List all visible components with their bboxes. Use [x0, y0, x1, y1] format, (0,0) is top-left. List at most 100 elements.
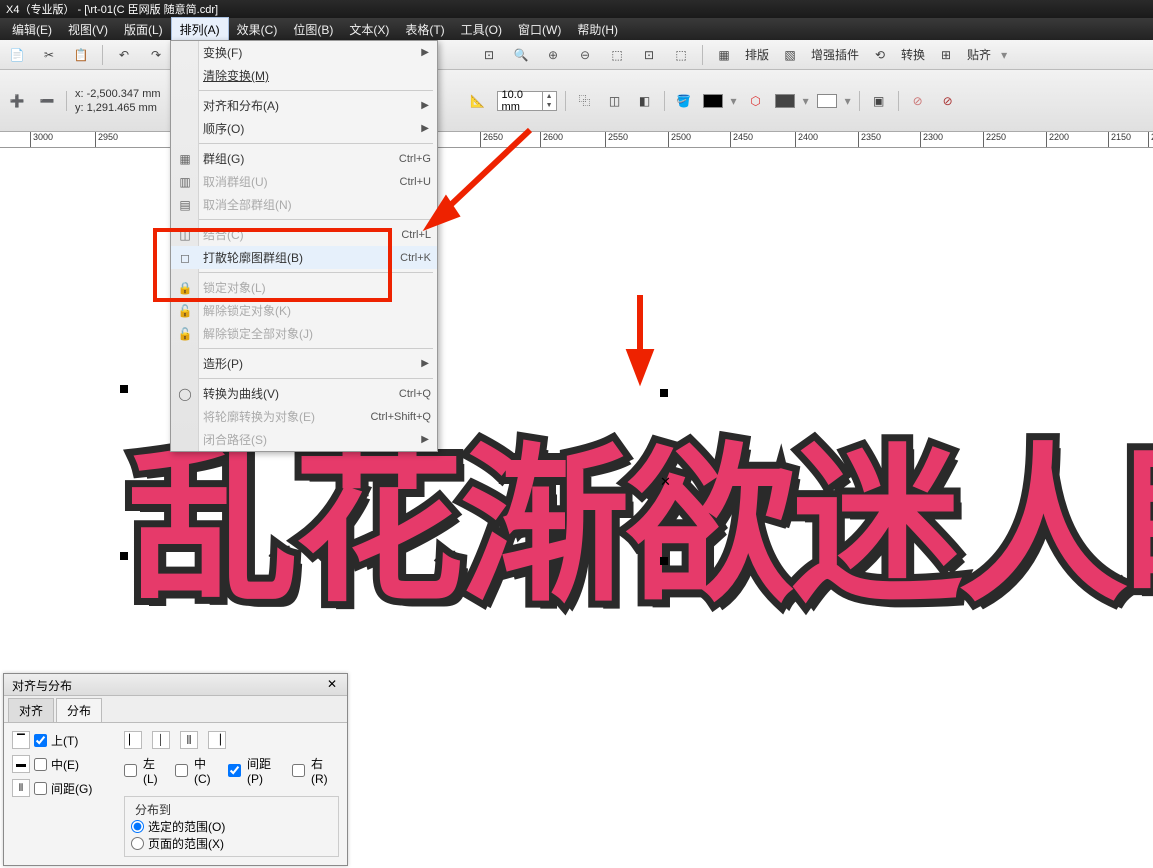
zoom-fit-icon[interactable]: ⊡ — [478, 44, 500, 66]
units-icon[interactable]: 📐 — [467, 90, 489, 112]
menu-item[interactable]: 造形(P)▶ — [171, 352, 437, 375]
outline-icon[interactable]: ⬡ — [745, 90, 767, 112]
dist-right-icon[interactable]: ▕ — [208, 731, 226, 749]
menu-effect[interactable]: 效果(C) — [229, 18, 286, 41]
dist-right-label: 右(R) — [311, 755, 339, 786]
menu-bitmap[interactable]: 位图(B) — [285, 18, 341, 41]
tab-align[interactable]: 对齐 — [8, 698, 54, 722]
dist-vmid-icon[interactable]: ▬ — [12, 755, 30, 773]
cut-icon[interactable]: ✂ — [38, 44, 60, 66]
sel-handle-bm[interactable] — [660, 557, 668, 565]
menu-item[interactable]: ◻打散轮廓图群组(B)Ctrl+K — [171, 246, 437, 269]
ruler-tick: 2500 — [668, 132, 691, 148]
convert-icon[interactable]: ⟲ — [869, 44, 891, 66]
menu-item-shortcut: Ctrl+Q — [399, 388, 431, 400]
misc1-icon[interactable]: ⊘ — [907, 90, 929, 112]
dist-hmid-icon[interactable]: │ — [152, 731, 170, 749]
misc2-icon[interactable]: ⊘ — [937, 90, 959, 112]
dist-vgap-check[interactable] — [34, 782, 47, 795]
radio-page[interactable] — [131, 837, 144, 850]
menu-item[interactable]: ◯转换为曲线(V)Ctrl+Q — [171, 382, 437, 405]
redo-icon[interactable]: ↷ — [145, 44, 167, 66]
zoom-icon[interactable]: 🔍 — [510, 44, 532, 66]
menu-item[interactable]: ▦群组(G)Ctrl+G — [171, 147, 437, 170]
outline-swatch[interactable] — [775, 94, 795, 108]
menu-item: 闭合路径(S)▶ — [171, 428, 437, 451]
nudge-input[interactable]: 10.0 mm ▲▼ — [497, 91, 557, 111]
menu-item[interactable]: 清除变换(M) — [171, 64, 437, 87]
sel-handle-tm[interactable] — [660, 389, 668, 397]
dist-vgap-icon[interactable]: ⫴ — [12, 779, 30, 797]
sel-handle-tl[interactable] — [120, 385, 128, 393]
dist-hgap-check[interactable] — [228, 764, 241, 777]
copy-icon[interactable]: 📄 — [6, 44, 28, 66]
menu-item-icon: 🔓 — [177, 303, 193, 319]
ruler-tick: 2300 — [920, 132, 943, 148]
submenu-arrow-icon: ▶ — [421, 358, 429, 369]
menu-item-label: 结合(C) — [203, 226, 244, 243]
menu-table[interactable]: 表格(T) — [397, 18, 452, 41]
sel-handle-bl[interactable] — [120, 552, 128, 560]
menu-item[interactable]: 变换(F)▶ — [171, 41, 437, 64]
select-tool-icon[interactable]: ➕ — [6, 90, 28, 112]
menu-item-label: 顺序(O) — [203, 120, 244, 137]
menu-item[interactable]: 对齐和分布(A)▶ — [171, 94, 437, 117]
dup-icon[interactable]: ⿻ — [574, 90, 596, 112]
undo-icon[interactable]: ↶ — [113, 44, 135, 66]
dist-hgap-icon[interactable]: ⫼ — [180, 731, 198, 749]
snap-label: 贴齐 — [967, 46, 991, 63]
menu-item: ▥取消群组(U)Ctrl+U — [171, 170, 437, 193]
dist-right-check[interactable] — [292, 764, 305, 777]
menu-help[interactable]: 帮助(H) — [569, 18, 626, 41]
dist-hmid-check[interactable] — [175, 764, 188, 777]
title-bar: X4（专业版） - [\rt-01(C 臣网版 随意简.cdr] — [0, 0, 1153, 18]
nudge-value: 10.0 mm — [498, 89, 542, 113]
menu-separator — [175, 272, 433, 273]
bg-swatch[interactable] — [817, 94, 837, 108]
menu-layout[interactable]: 版面(L) — [116, 18, 171, 41]
menu-item-icon: ▥ — [177, 174, 193, 190]
sel-center-icon: ✕ — [660, 474, 671, 490]
x-label: x: — [75, 88, 84, 100]
menu-view[interactable]: 视图(V) — [60, 18, 116, 41]
ruler-tick: 2600 — [540, 132, 563, 148]
spin-down-icon[interactable]: ▼ — [542, 101, 556, 110]
tab-distribute[interactable]: 分布 — [56, 698, 102, 722]
dist-left-icon[interactable]: ▏ — [124, 731, 142, 749]
zoom-all-icon[interactable]: ⬚ — [670, 44, 692, 66]
dist-target-label: 分布到 — [131, 801, 332, 818]
spin-up-icon[interactable]: ▲ — [542, 92, 556, 101]
separator — [102, 45, 103, 65]
zoom-in-icon[interactable]: ⊕ — [542, 44, 564, 66]
dist-top-check[interactable] — [34, 734, 47, 747]
zoom-out-icon[interactable]: ⊖ — [574, 44, 596, 66]
menu-tools[interactable]: 工具(O) — [453, 18, 510, 41]
opt2-icon[interactable]: ◧ — [634, 90, 656, 112]
xy-readout: x:-2,500.347 mm y:1,291.465 mm — [75, 88, 161, 114]
paste-icon[interactable]: 📋 — [70, 44, 92, 66]
menu-item: 🔓解除锁定对象(K) — [171, 299, 437, 322]
radio-selection-label: 选定的范围(O) — [148, 818, 225, 835]
zoom-page-icon[interactable]: ⬚ — [606, 44, 628, 66]
remove-tool-icon[interactable]: ➖ — [36, 90, 58, 112]
snap-icon[interactable]: ⊞ — [935, 44, 957, 66]
menu-item[interactable]: 顺序(O)▶ — [171, 117, 437, 140]
zoom-sel-icon[interactable]: ⊡ — [638, 44, 660, 66]
x-value: -2,500.347 mm — [87, 88, 161, 100]
menu-text[interactable]: 文本(X) — [341, 18, 397, 41]
panel-close-icon[interactable]: ✕ — [323, 676, 341, 692]
menu-window[interactable]: 窗口(W) — [510, 18, 569, 41]
opt1-icon[interactable]: ◫ — [604, 90, 626, 112]
fill-icon[interactable]: 🪣 — [673, 90, 695, 112]
boundary-icon[interactable]: ▣ — [868, 90, 890, 112]
radio-selection[interactable] — [131, 820, 144, 833]
menu-arrange[interactable]: 排列(A) — [171, 17, 229, 42]
fill-swatch[interactable] — [703, 94, 723, 108]
dist-left-check[interactable] — [124, 764, 137, 777]
dist-top-icon[interactable]: ▔ — [12, 731, 30, 749]
plugin-icon[interactable]: ▧ — [779, 44, 801, 66]
layout-icon[interactable]: ▦ — [713, 44, 735, 66]
menu-item-label: 清除变换(M) — [203, 67, 269, 84]
menu-edit[interactable]: 编辑(E) — [4, 18, 60, 41]
dist-vmid-check[interactable] — [34, 758, 47, 771]
